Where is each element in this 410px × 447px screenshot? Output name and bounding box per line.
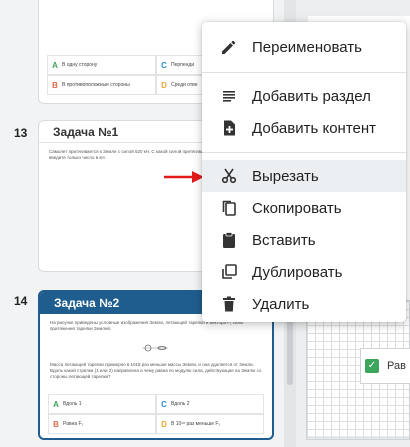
menu-item-label: Переименовать [252, 38, 362, 56]
answer-text: Рав [387, 360, 406, 372]
menu-divider [202, 152, 406, 153]
menu-item-duplicate[interactable]: Дублировать [202, 256, 406, 288]
option-letter: A [53, 399, 59, 409]
menu-item-rename[interactable]: Переименовать [202, 31, 406, 63]
option-letter: D [161, 419, 167, 429]
menu-item-copy[interactable]: Скопировать [202, 192, 406, 224]
menu-item-label: Дублировать [252, 263, 343, 281]
option-text: В одну сторону [62, 62, 98, 68]
slide-number: 14 [14, 294, 28, 308]
slide-number: 13 [14, 126, 28, 140]
menu-item-label: Вырезать [252, 167, 319, 185]
option-letter: C [161, 60, 167, 70]
red-arrow-icon [164, 171, 204, 183]
option-text: В противоположные стороны [62, 82, 130, 88]
menu-divider [202, 72, 406, 73]
answer-option-preview[interactable]: ✓ Рав [360, 348, 410, 384]
slide-text: Масса летающей тарелки примерно в 1018 р… [50, 362, 262, 379]
menu-item-label: Вставить [252, 231, 316, 249]
earth-saucer-diagram [142, 344, 168, 352]
add-section-icon [220, 87, 238, 105]
option: B В противоположные стороны [47, 75, 156, 95]
trash-icon [220, 295, 238, 313]
menu-item-label: Добавить раздел [252, 87, 371, 105]
scissors-icon [220, 167, 238, 185]
add-content-icon [220, 119, 238, 137]
clipboard-icon [220, 231, 238, 249]
option-text: Вдоль 2 [171, 401, 190, 407]
option-text: Вдоль 1 [63, 401, 82, 407]
copy-icon [220, 199, 238, 217]
option-text: В 10¹⁸ раз меньше F₁ [171, 421, 221, 427]
pencil-icon [220, 38, 238, 56]
option-letter: B [52, 80, 58, 90]
menu-item-paste[interactable]: Вставить [202, 224, 406, 256]
answer-options: A Вдоль 1 C Вдоль 2 B Равна F₁ D В 10¹⁸ раз … [48, 394, 264, 434]
menu-item-label: Удалить [252, 295, 310, 313]
option-letter: B [53, 419, 59, 429]
context-menu: Переименовать Добавить раздел Добавить к… [202, 22, 406, 322]
check-icon: ✓ [365, 359, 379, 373]
option: A Вдоль 1 [48, 394, 156, 414]
menu-item-label: Добавить контент [252, 119, 377, 137]
option: C Вдоль 2 [156, 394, 264, 414]
option: D В 10¹⁸ раз меньше F₁ [156, 414, 264, 434]
option-letter: A [52, 60, 58, 70]
option-text: Перпенди [171, 62, 195, 68]
option-letter: C [161, 399, 167, 409]
menu-item-delete[interactable]: Удалить [202, 288, 406, 320]
option-letter: D [161, 80, 167, 90]
option: A В одну сторону [47, 55, 156, 75]
menu-item-label: Скопировать [252, 199, 342, 217]
menu-item-add-content[interactable]: Добавить контент [202, 112, 406, 144]
option-text: Равна F₁ [63, 421, 84, 427]
option: B Равна F₁ [48, 414, 156, 434]
duplicate-icon [220, 263, 238, 281]
menu-item-cut[interactable]: Вырезать [202, 160, 406, 192]
menu-item-add-section[interactable]: Добавить раздел [202, 80, 406, 112]
option-text: Среди отве [171, 82, 198, 88]
